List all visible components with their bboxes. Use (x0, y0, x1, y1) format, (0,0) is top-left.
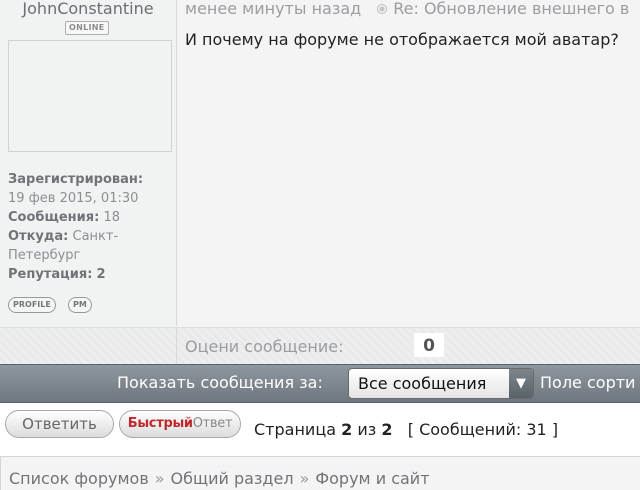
breadcrumb-separator: » (299, 469, 310, 488)
profile-button[interactable]: PROFILE (8, 297, 56, 313)
rating-row: Оцени сообщение: 0 (0, 327, 640, 364)
messages-period-select[interactable]: Все сообщения ▼ (348, 368, 534, 399)
breadcrumb-general-section[interactable]: Общий раздел (171, 469, 294, 488)
messages-total-close: ] (551, 420, 559, 439)
messages-total-label: [ Сообщений: (407, 420, 522, 439)
messages-period-value: Все сообщения (358, 374, 487, 393)
display-filter-bar: Показать сообщения за: Все сообщения ▼ П… (0, 364, 640, 403)
chevron-down-icon[interactable]: ▼ (509, 369, 533, 398)
post-time: менее минуты назад (185, 0, 362, 18)
author-info: Зарегистрирован: 19 фев 2015, 01:30 Сооб… (8, 170, 168, 284)
rating-value[interactable]: 0 (414, 333, 444, 357)
of-label: из (357, 420, 377, 439)
author-profile-panel: JohnConstantine ONLINE Зарегистрирован: … (0, 0, 177, 326)
current-page: 2 (341, 420, 353, 439)
quick-reply-label-part2: Ответ (192, 416, 233, 431)
breadcrumb-forum-list[interactable]: Список форумов (9, 469, 149, 488)
online-status-badge: ONLINE (65, 21, 109, 35)
post-body: И почему на форуме не отображается мой а… (185, 30, 619, 49)
registered-label: Зарегистрирован: (8, 172, 144, 187)
breadcrumb: Список форумов » Общий раздел » Форум и сайт (0, 456, 640, 490)
reply-button[interactable]: Ответить (5, 410, 114, 438)
location-label: Откуда: (8, 229, 69, 244)
filter-label: Показать сообщения за: (117, 373, 323, 392)
page-label: Страница (254, 420, 337, 439)
pm-button[interactable]: PM (68, 297, 92, 313)
messages-total-count: 31 (526, 420, 547, 439)
sort-field-label: Поле сорти (540, 373, 636, 392)
registered-value: 19 фев 2015, 01:30 (8, 191, 139, 206)
messages-count-value: 18 (103, 210, 120, 225)
quick-reply-button[interactable]: БыстрыйОтвет (119, 410, 241, 438)
pagination: Страница 2 из 2 [ Сообщений: 31 ] (254, 420, 558, 439)
author-username[interactable]: JohnConstantine (0, 0, 176, 18)
rating-label: Оцени сообщение: (185, 337, 344, 356)
messages-count-label: Сообщения: (8, 210, 100, 225)
rating-row-spacer (0, 328, 177, 364)
reputation-label: Репутация: (8, 267, 93, 282)
avatar (8, 40, 172, 152)
quick-reply-label-part1: Быстрый (127, 416, 193, 431)
post-subject[interactable]: Re: Обновление внешнего в (393, 0, 629, 18)
post-header: менее минуты назад Re: Обновление внешнег… (185, 0, 629, 18)
breadcrumb-trail: Список форумов » Общий раздел » Форум и сайт (9, 469, 430, 488)
post-link-icon[interactable] (377, 4, 388, 14)
total-pages: 2 (381, 420, 393, 439)
post-container: JohnConstantine ONLINE Зарегистрирован: … (0, 0, 640, 364)
breadcrumb-separator: » (154, 469, 165, 488)
breadcrumb-forum-and-site[interactable]: Форум и сайт (315, 469, 429, 488)
reputation-value: 2 (96, 267, 106, 282)
post-message-area: менее минуты назад Re: Обновление внешнег… (177, 0, 640, 326)
